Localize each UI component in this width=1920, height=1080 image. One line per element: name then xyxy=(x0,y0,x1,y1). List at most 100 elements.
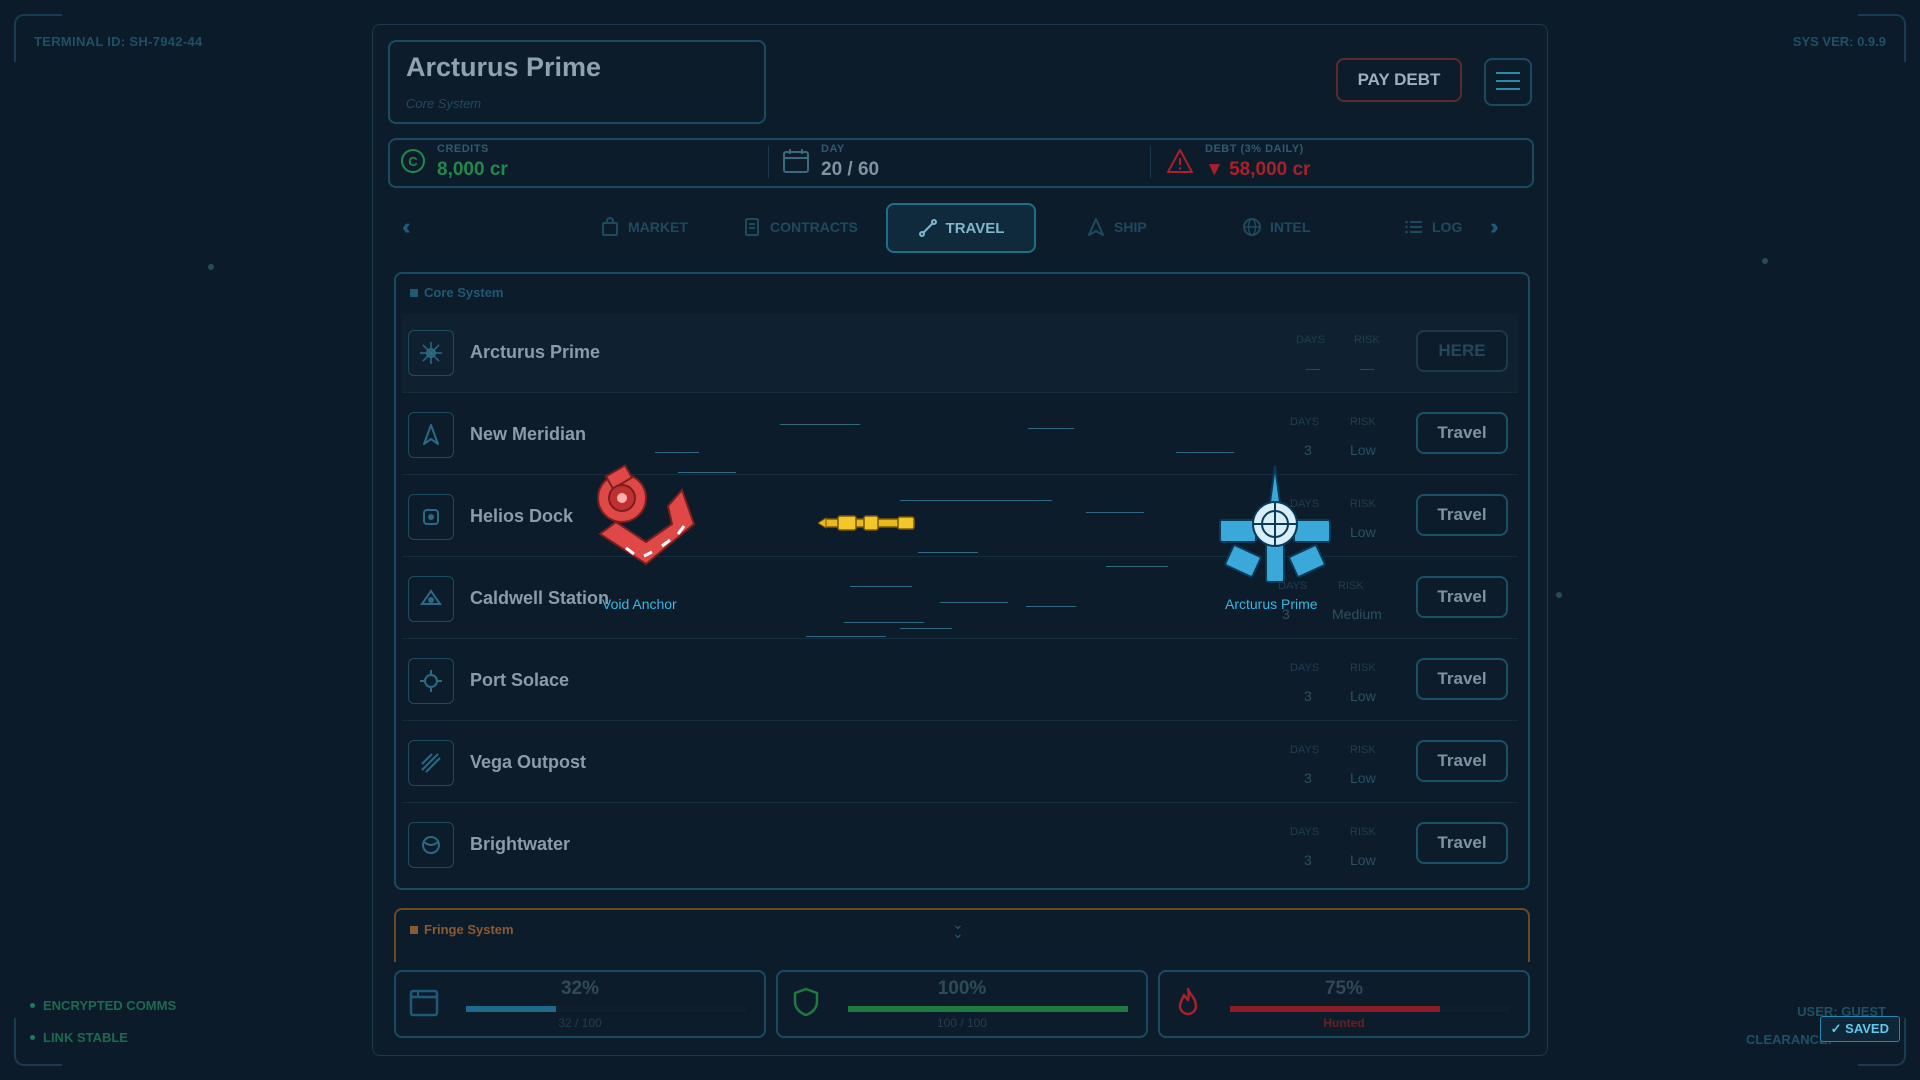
route-icon xyxy=(918,219,937,237)
void-anchor-station xyxy=(586,464,706,585)
list-icon xyxy=(1405,220,1422,234)
risk-value: Low xyxy=(1350,442,1376,458)
day-label: DAY xyxy=(821,143,845,155)
tab-travel[interactable]: TRAVEL xyxy=(886,203,1036,253)
terminal-id: TERMINAL ID: SH-7942-44 xyxy=(34,34,203,49)
speed-line xyxy=(1086,512,1144,513)
chevron-down-icon[interactable]: ⌄ ⌄ xyxy=(952,917,964,940)
travel-button[interactable]: Travel xyxy=(1416,494,1508,536)
days-label: DAYS xyxy=(1290,744,1320,756)
travel-button[interactable]: Travel xyxy=(1416,740,1508,782)
travel-button[interactable]: Travel xyxy=(1416,412,1508,454)
warning-icon xyxy=(1166,148,1194,179)
risk-value: Low xyxy=(1350,852,1376,868)
destination-name: Caldwell Station xyxy=(470,588,610,608)
section-title: Fringe System xyxy=(410,922,514,937)
risk-value: Low xyxy=(1350,688,1376,704)
risk-label: RISK xyxy=(1350,744,1376,756)
system-version: SYS VER: 0.9.9 xyxy=(1792,34,1886,49)
risk-label: RISK xyxy=(1350,662,1376,674)
cargo-percent: 32% xyxy=(560,978,600,999)
cargo-track xyxy=(466,1006,746,1012)
speed-line xyxy=(780,424,860,425)
hull-detail: 100 / 100 xyxy=(936,1016,988,1030)
arcturus-station xyxy=(1214,462,1336,591)
destination-name: New Meridian xyxy=(470,424,587,444)
speed-line xyxy=(918,552,978,553)
speed-line xyxy=(1176,452,1234,453)
heat-track xyxy=(1230,1006,1510,1012)
risk-value: — xyxy=(1360,360,1374,376)
destination-label: Arcturus Prime xyxy=(1225,596,1318,612)
speed-line xyxy=(655,452,699,453)
risk-value: Low xyxy=(1350,770,1376,786)
days-label: DAYS xyxy=(1290,826,1320,838)
risk-label: RISK xyxy=(1350,416,1376,428)
pay-debt-button[interactable]: PAY DEBT xyxy=(1336,58,1462,102)
risk-label: RISK xyxy=(1354,334,1380,346)
status-encrypted: ENCRYPTED COMMS xyxy=(30,998,176,1013)
location-name: Arcturus Prime xyxy=(406,52,602,82)
tab-log[interactable]: LOG xyxy=(1404,212,1462,242)
station-icon xyxy=(408,412,454,458)
here-button: HERE xyxy=(1416,330,1508,372)
section-title: Core System xyxy=(410,285,503,300)
days-value: — xyxy=(1306,360,1320,376)
background-star xyxy=(208,264,214,270)
days-value: 3 xyxy=(1304,688,1312,704)
menu-button[interactable] xyxy=(1484,58,1532,106)
destination-row: Helios Dock DAYS RISK 3 Low Travel xyxy=(402,478,1518,557)
debt-label: DEBT (3% DAILY) xyxy=(1205,143,1304,155)
station-icon xyxy=(408,576,454,622)
heat-detail: Hunted xyxy=(1323,1016,1365,1030)
origin-label: Void Anchor xyxy=(602,596,677,612)
destination-name: Vega Outpost xyxy=(470,752,587,772)
day-value: 20 / 60 xyxy=(821,159,880,180)
heat-fill xyxy=(1230,1006,1440,1012)
background-star xyxy=(1556,592,1562,598)
document-icon xyxy=(745,218,759,236)
risk-value: Low xyxy=(1350,524,1376,540)
speed-line xyxy=(1106,566,1168,567)
heat-percent: 75% xyxy=(1324,978,1364,999)
destination-row: Vega Outpost DAYS RISK 3 Low Travel xyxy=(402,724,1518,803)
hull-gauge: 100% 100 / 100 xyxy=(776,970,1148,1038)
speed-line xyxy=(1028,428,1074,429)
location-system: Core System xyxy=(406,96,482,111)
tab-market[interactable]: MARKET xyxy=(600,212,688,242)
bag-icon xyxy=(602,217,618,236)
speed-line xyxy=(850,586,912,587)
risk-label: RISK xyxy=(1350,498,1376,510)
days-value: 3 xyxy=(1304,442,1312,458)
speed-line xyxy=(940,602,1008,603)
status-link: LINK STABLE xyxy=(30,1030,128,1045)
credits-icon: C xyxy=(400,148,426,179)
days-value: 3 xyxy=(1304,852,1312,868)
speed-line xyxy=(900,628,952,629)
risk-label: RISK xyxy=(1338,580,1364,592)
destination-name: Arcturus Prime xyxy=(470,342,601,362)
speed-line xyxy=(1026,606,1076,607)
cargo-detail: 32 / 100 xyxy=(558,1016,602,1030)
station-icon xyxy=(408,740,454,786)
risk-value: Medium xyxy=(1332,606,1382,622)
speed-line xyxy=(900,500,1052,501)
divider xyxy=(768,146,769,178)
destination-row: New Meridian DAYS RISK 3 Low Travel xyxy=(402,396,1518,475)
tab-intel[interactable]: INTEL xyxy=(1242,212,1310,242)
calendar-icon xyxy=(782,148,810,179)
speed-line xyxy=(806,636,886,637)
risk-label: RISK xyxy=(1350,826,1376,838)
tabs-prev-arrow[interactable]: ‹‹ xyxy=(402,214,410,240)
saved-badge: ✓ SAVED xyxy=(1819,1016,1900,1042)
travel-button[interactable]: Travel xyxy=(1416,576,1508,618)
tab-contracts[interactable]: CONTRACTS xyxy=(742,212,858,242)
hull-fill xyxy=(848,1006,1128,1012)
tabs-next-arrow[interactable]: ›› xyxy=(1490,214,1498,240)
travel-button[interactable]: Travel xyxy=(1416,658,1508,700)
tab-ship[interactable]: SHIP xyxy=(1086,212,1147,242)
svg-text:C: C xyxy=(408,154,418,169)
destination-row: Port Solace DAYS RISK 3 Low Travel xyxy=(402,642,1518,721)
travel-button[interactable]: Travel xyxy=(1416,822,1508,864)
station-icon xyxy=(408,658,454,704)
